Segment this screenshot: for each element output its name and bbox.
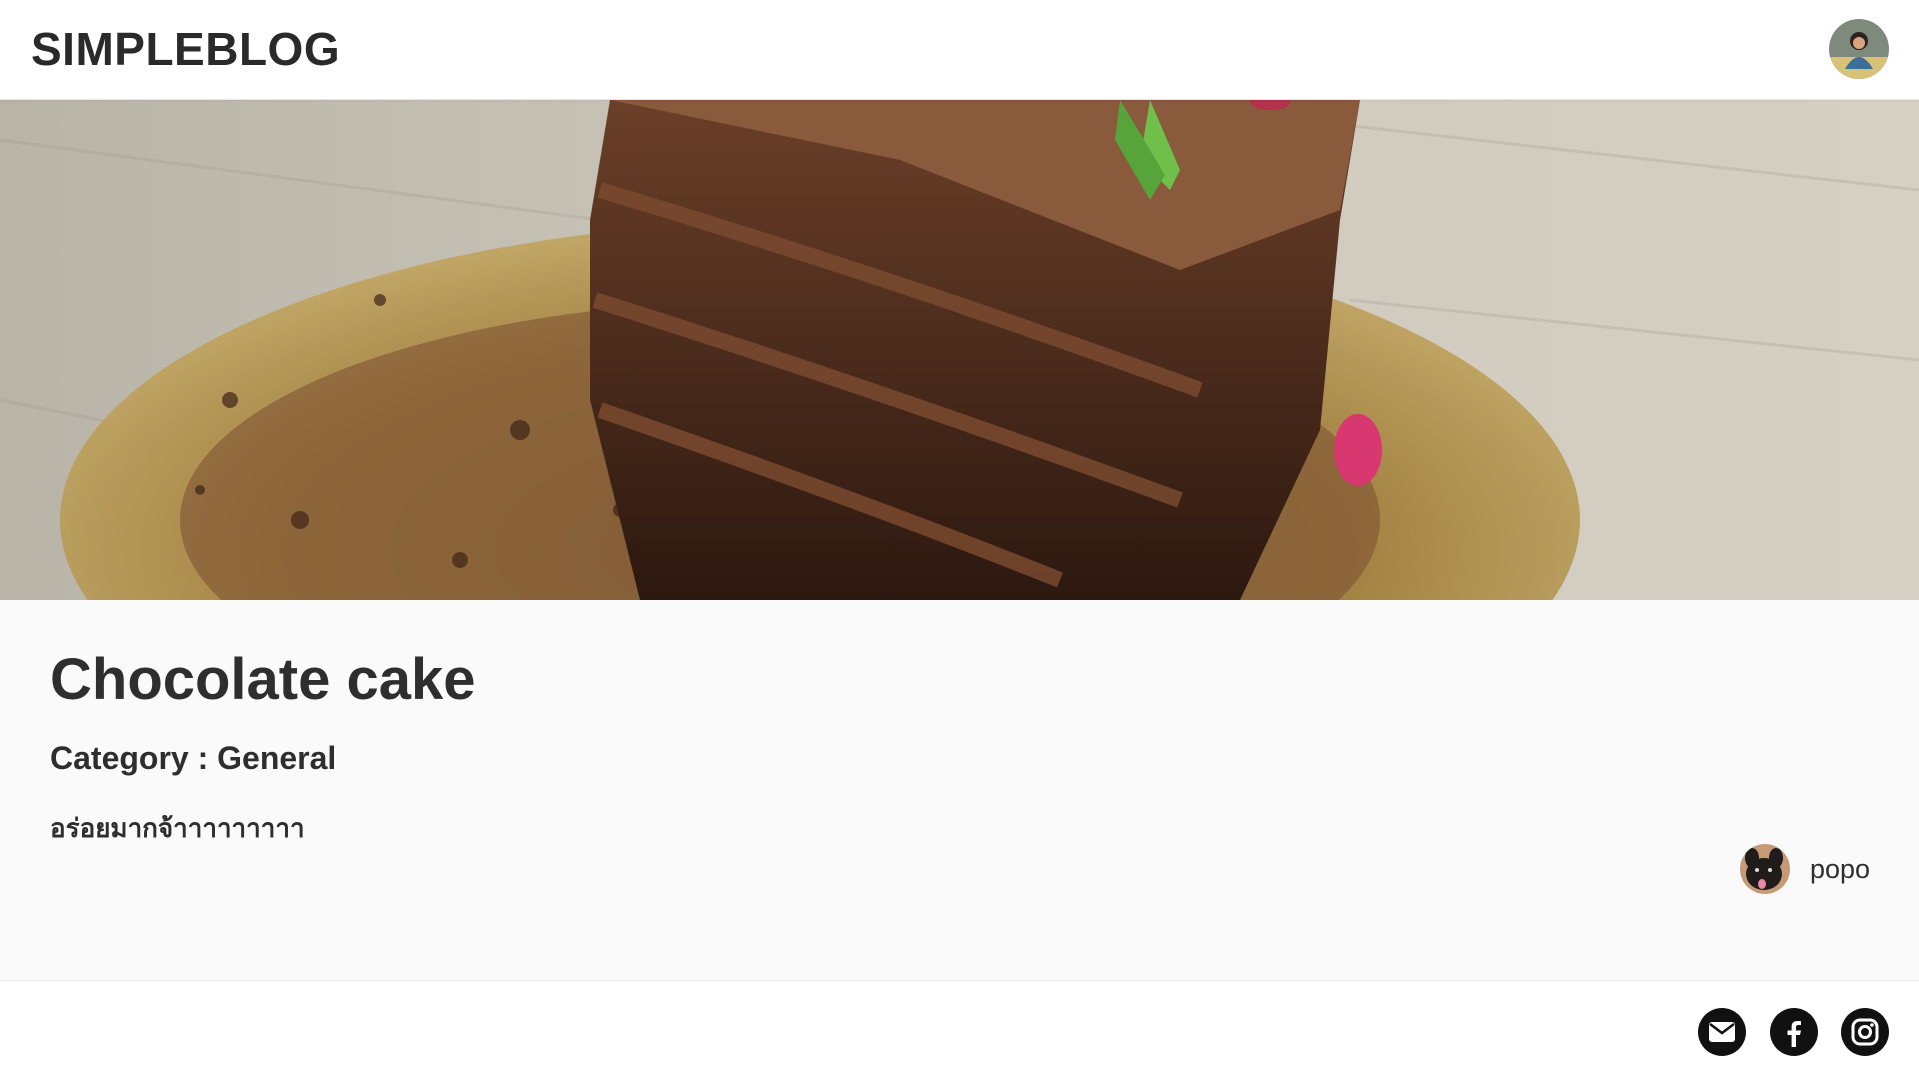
facebook-icon[interactable] xyxy=(1770,1008,1818,1056)
instagram-icon[interactable] xyxy=(1841,1008,1889,1056)
post-category: Category : General xyxy=(50,740,337,776)
dog-avatar-icon xyxy=(1740,844,1790,894)
author-name: popo xyxy=(1810,853,1871,884)
top-navbar: SIMPLEBLOG xyxy=(0,0,1919,100)
user-avatar-icon[interactable] xyxy=(1829,19,1889,79)
post-content: Chocolate cake Category : General อร่อยม… xyxy=(0,600,1919,980)
mail-icon[interactable] xyxy=(1698,1008,1746,1056)
brand-logo-link[interactable]: SIMPLEBLOG xyxy=(31,22,340,76)
post-author[interactable]: popo xyxy=(1740,844,1870,894)
post-body: อร่อยมากจ้าาาาาาาาา xyxy=(50,814,305,844)
post-title: Chocolate cake xyxy=(50,647,476,712)
post-cover-image xyxy=(0,100,1919,600)
footer xyxy=(0,980,1919,1079)
